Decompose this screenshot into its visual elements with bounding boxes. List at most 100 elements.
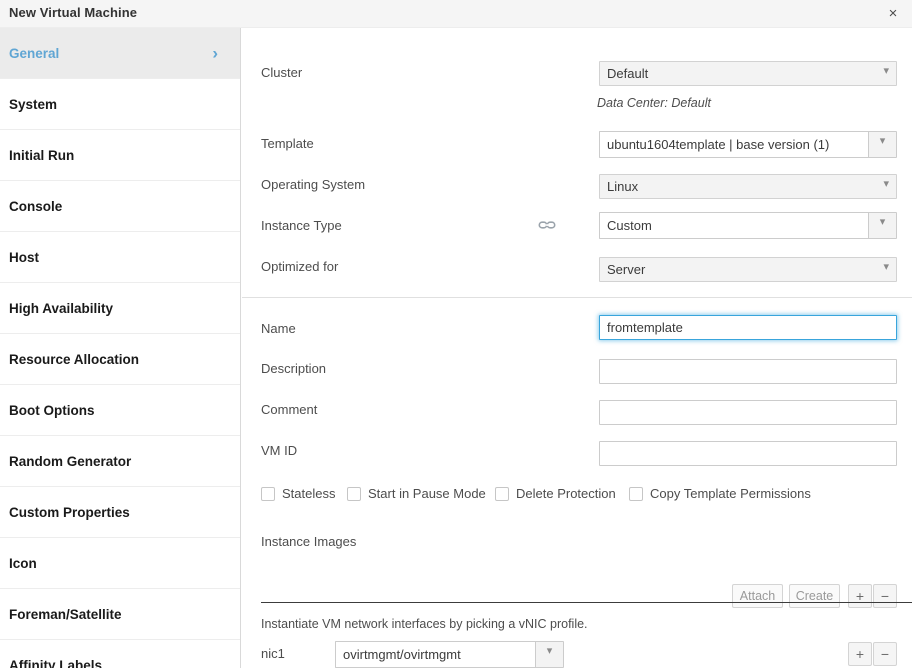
template-input[interactable]: ubuntu1604template | base version (1) — [599, 131, 869, 158]
sidebar-item-custom-properties[interactable]: Custom Properties — [0, 487, 240, 538]
checkbox-box[interactable] — [629, 486, 643, 501]
nic1-label: nic1 — [261, 646, 285, 661]
sidebar-item-boot-options[interactable]: Boot Options — [0, 385, 240, 436]
options-checkbox-row: Stateless Start in Pause Mode Delete Pro… — [242, 486, 912, 508]
chevron-down-icon: ▾ — [883, 65, 889, 77]
general-form-panel: Cluster Default ▾ Data Center: Default T… — [242, 28, 912, 668]
sidebar-item-label: Host — [9, 249, 39, 265]
template-label: Template — [261, 136, 314, 151]
instance-type-combobox: Custom — [599, 212, 897, 239]
cluster-label: Cluster — [261, 65, 303, 80]
vnic-profile-note: Instantiate VM network interfaces by pic… — [261, 617, 588, 631]
sidebar-item-affinity-labels[interactable]: Affinity Labels — [0, 640, 240, 668]
instance-images-label: Instance Images — [261, 534, 357, 549]
sidebar-item-initial-run[interactable]: Initial Run — [0, 130, 240, 181]
optimized-for-select-value: Server — [607, 262, 646, 277]
sidebar-item-label: System — [9, 96, 58, 112]
field-row-instance-type: Instance Type Custom — [242, 212, 912, 242]
field-row-name: Name fromtemplate — [242, 315, 912, 345]
checkbox-label[interactable]: Stateless — [282, 486, 335, 501]
vm-id-label: VM ID — [261, 443, 298, 458]
chevron-down-icon: ▾ — [883, 178, 889, 190]
instance-images-row: Instance Images — [242, 530, 912, 552]
sidebar-item-high-availability[interactable]: High Availability — [0, 283, 240, 334]
sidebar-item-resource-allocation[interactable]: Resource Allocation — [0, 334, 240, 385]
description-label: Description — [261, 361, 327, 376]
sidebar-item-label: Icon — [9, 555, 37, 571]
chevron-right-icon: › — [212, 43, 218, 63]
checkbox-box[interactable] — [261, 486, 275, 501]
create-button[interactable]: Create — [789, 584, 840, 608]
field-row-operating-system: Operating System Linux ▾ — [242, 171, 912, 201]
sidebar-item-label: Affinity Labels — [9, 657, 103, 668]
optimized-for-select[interactable]: Server ▾ — [599, 257, 897, 282]
field-row-description: Description — [242, 355, 912, 385]
checkbox-label[interactable]: Copy Template Permissions — [650, 486, 811, 501]
dialog-titlebar: New Virtual Machine × — [0, 0, 912, 28]
dialog-sidebar: General › System Initial Run Console Hos… — [0, 28, 241, 668]
cluster-select[interactable]: Default ▾ — [599, 61, 897, 86]
field-row-template: Template ubuntu1604template | base versi… — [242, 130, 912, 160]
field-row-optimized-for: Optimized for Server ▾ — [242, 253, 912, 283]
optimized-for-label: Optimized for — [261, 259, 339, 274]
close-icon[interactable]: × — [882, 2, 904, 24]
instance-type-dropdown-button[interactable] — [868, 212, 897, 239]
field-row-cluster: Cluster Default ▾ — [242, 59, 912, 89]
section-divider-top — [242, 297, 912, 298]
template-dropdown-button[interactable] — [868, 131, 897, 158]
instance-images-remove-button[interactable]: − — [873, 584, 897, 608]
checkbox-stateless[interactable]: Stateless — [261, 486, 335, 501]
description-input[interactable] — [599, 359, 897, 384]
sidebar-item-host[interactable]: Host — [0, 232, 240, 283]
new-vm-dialog: New Virtual Machine × General › System I… — [0, 0, 912, 668]
sidebar-item-random-generator[interactable]: Random Generator — [0, 436, 240, 487]
nic-row: nic1 ovirtmgmt/ovirtmgmt + − — [242, 641, 912, 668]
name-input[interactable]: fromtemplate — [599, 315, 897, 340]
checkbox-delete-protection[interactable]: Delete Protection — [495, 486, 616, 501]
sidebar-item-label: Initial Run — [9, 147, 75, 163]
sidebar-item-icon[interactable]: Icon — [0, 538, 240, 589]
network-section-divider — [261, 602, 912, 603]
chevron-down-icon: ▾ — [883, 261, 889, 273]
checkbox-start-in-pause-mode[interactable]: Start in Pause Mode — [347, 486, 486, 501]
field-row-vm-id: VM ID — [242, 437, 912, 467]
nic-remove-button[interactable]: − — [873, 642, 897, 666]
sidebar-item-label: Foreman/Satellite — [9, 606, 122, 622]
sidebar-item-console[interactable]: Console — [0, 181, 240, 232]
sidebar-item-label: Boot Options — [9, 402, 95, 418]
nic1-dropdown-button[interactable] — [535, 641, 564, 668]
checkbox-box[interactable] — [495, 486, 509, 501]
sidebar-item-label: Custom Properties — [9, 504, 130, 520]
cluster-datacenter-hint: Data Center: Default — [597, 96, 711, 110]
instance-images-add-button[interactable]: + — [848, 584, 872, 608]
vm-id-input[interactable] — [599, 441, 897, 466]
dialog-title: New Virtual Machine — [9, 5, 138, 20]
comment-input[interactable] — [599, 400, 897, 425]
checkbox-box[interactable] — [347, 486, 361, 501]
operating-system-select-value: Linux — [607, 179, 639, 194]
name-label: Name — [261, 321, 296, 336]
sidebar-item-label: Random Generator — [9, 453, 132, 469]
sidebar-item-label: High Availability — [9, 300, 114, 316]
sidebar-item-general[interactable]: General › — [0, 28, 240, 79]
chain-link-icon[interactable] — [538, 218, 556, 232]
operating-system-select[interactable]: Linux ▾ — [599, 174, 897, 199]
checkbox-label[interactable]: Start in Pause Mode — [368, 486, 486, 501]
sidebar-item-label: General — [9, 45, 60, 61]
template-combobox: ubuntu1604template | base version (1) — [599, 131, 897, 158]
field-row-comment: Comment — [242, 396, 912, 426]
nic1-combobox: ovirtmgmt/ovirtmgmt — [335, 641, 564, 668]
nic-add-button[interactable]: + — [848, 642, 872, 666]
sidebar-item-label: Console — [9, 198, 63, 214]
nic1-input[interactable]: ovirtmgmt/ovirtmgmt — [335, 641, 536, 668]
attach-button[interactable]: Attach — [732, 584, 783, 608]
sidebar-item-system[interactable]: System — [0, 79, 240, 130]
sidebar-item-label: Resource Allocation — [9, 351, 140, 367]
cluster-select-value: Default — [607, 66, 649, 81]
instance-type-label: Instance Type — [261, 218, 342, 233]
checkbox-label[interactable]: Delete Protection — [516, 486, 616, 501]
checkbox-copy-template-permissions[interactable]: Copy Template Permissions — [629, 486, 811, 501]
instance-type-input[interactable]: Custom — [599, 212, 869, 239]
operating-system-label: Operating System — [261, 177, 366, 192]
sidebar-item-foreman-satellite[interactable]: Foreman/Satellite — [0, 589, 240, 640]
